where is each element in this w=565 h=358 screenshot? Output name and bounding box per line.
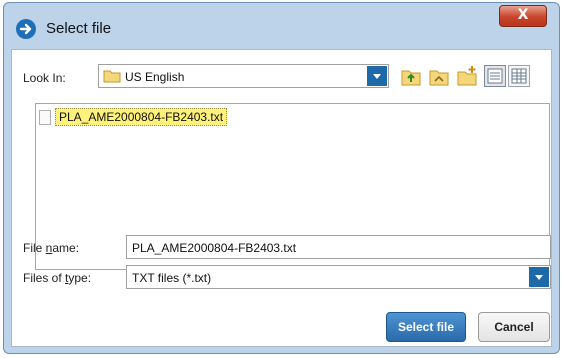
look-in-label: Look In: bbox=[23, 71, 66, 85]
up-folder-icon bbox=[401, 70, 421, 86]
home-folder-icon bbox=[429, 70, 449, 86]
list-item[interactable]: PLA_AME2000804-FB2403.txt bbox=[39, 107, 228, 127]
select-file-dialog: Select file X Look In: US English PLA_AM… bbox=[3, 2, 560, 354]
text-file-icon bbox=[39, 109, 51, 125]
list-view-button[interactable] bbox=[484, 65, 506, 87]
cancel-button[interactable]: Cancel bbox=[478, 312, 550, 342]
chevron-down-icon[interactable] bbox=[367, 66, 387, 86]
folder-icon bbox=[103, 69, 121, 88]
list-view-icon bbox=[487, 68, 503, 84]
new-folder-button[interactable] bbox=[456, 65, 478, 87]
up-folder-button[interactable] bbox=[400, 65, 422, 87]
chevron-down-icon[interactable] bbox=[529, 267, 549, 287]
arrow-right-icon bbox=[16, 19, 36, 39]
home-folder-button[interactable] bbox=[428, 65, 450, 87]
dialog-title: Select file bbox=[46, 20, 112, 37]
details-view-button[interactable] bbox=[508, 65, 530, 87]
file-name-label: File name: bbox=[23, 241, 80, 255]
dialog-body: Look In: US English PLA_AME2000804-FB240… bbox=[11, 49, 552, 347]
look-in-value: US English bbox=[125, 70, 185, 84]
close-button[interactable]: X bbox=[499, 5, 547, 27]
file-item-name: PLA_AME2000804-FB2403.txt bbox=[55, 108, 228, 126]
look-in-dropdown[interactable]: US English bbox=[98, 64, 389, 88]
file-type-value: TXT files (*.txt) bbox=[132, 271, 212, 285]
file-type-dropdown[interactable]: TXT files (*.txt) bbox=[126, 265, 551, 289]
select-file-button[interactable]: Select file bbox=[386, 312, 466, 342]
file-name-field[interactable]: PLA_AME2000804-FB2403.txt bbox=[126, 235, 551, 259]
new-folder-icon bbox=[457, 66, 477, 86]
close-icon: X bbox=[517, 7, 529, 23]
title-bar[interactable]: Select file X bbox=[4, 3, 559, 49]
details-view-icon bbox=[511, 68, 527, 84]
file-type-label: Files of type: bbox=[23, 271, 92, 285]
